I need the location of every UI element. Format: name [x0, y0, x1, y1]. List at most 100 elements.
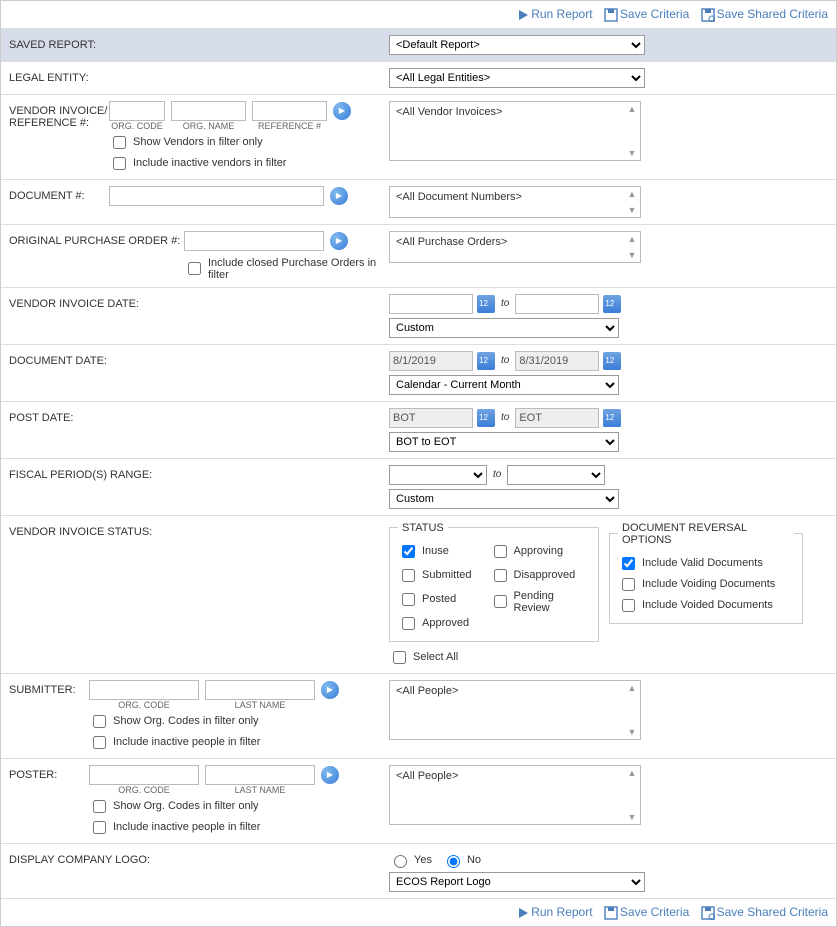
calendar-icon[interactable] [477, 409, 495, 427]
submitter-org-code-input[interactable] [89, 680, 199, 700]
chk-status-inuse[interactable] [402, 545, 415, 558]
fiscal-from-select[interactable] [389, 465, 487, 485]
orig-po-go-button[interactable] [330, 232, 348, 250]
label-document-date: DOCUMENT DATE: [9, 351, 204, 367]
save-criteria-link-bottom[interactable]: Save Criteria [604, 905, 693, 919]
fiscal-to-select[interactable] [507, 465, 605, 485]
post-date-to[interactable] [515, 408, 599, 428]
chk-submitter-orgcodes-only[interactable] [93, 715, 106, 728]
vendor-inv-date-to[interactable] [515, 294, 599, 314]
submitter-lastname-input[interactable] [205, 680, 315, 700]
cap-poster-lastname: LAST NAME [205, 785, 315, 795]
document-num-input[interactable] [109, 186, 324, 206]
submitter-listbox[interactable]: <All People> ▲ ▼ [389, 680, 641, 740]
poster-go-button[interactable] [321, 766, 339, 784]
label-submitter: SUBMITTER: [9, 680, 89, 696]
label-orig-po: ORIGINAL PURCHASE ORDER #: [9, 231, 184, 247]
label-document-num: DOCUMENT #: [9, 186, 109, 202]
document-num-listbox[interactable]: <All Document Numbers> ▲ ▼ [389, 186, 641, 218]
scroll-up-icon[interactable]: ▲ [626, 234, 638, 244]
chk-status-pending[interactable] [494, 595, 507, 608]
doc-date-from[interactable] [389, 351, 473, 371]
poster-listbox[interactable]: <All People> ▲ ▼ [389, 765, 641, 825]
scroll-down-icon[interactable]: ▼ [626, 250, 638, 260]
legal-entity-select[interactable]: <All Legal Entities> [389, 68, 645, 88]
scroll-down-icon[interactable]: ▼ [626, 812, 638, 822]
post-date-from[interactable] [389, 408, 473, 428]
calendar-icon[interactable] [477, 295, 495, 313]
orig-po-listbox[interactable]: <All Purchase Orders> ▲ ▼ [389, 231, 641, 263]
radio-logo-yes[interactable] [394, 855, 407, 868]
vendor-invoices-listbox[interactable]: <All Vendor Invoices> ▲ ▼ [389, 101, 641, 161]
row-document-num: DOCUMENT #: <All Document Numbers> ▲ ▼ [1, 179, 836, 224]
poster-lastname-input[interactable] [205, 765, 315, 785]
chk-reversal-valid[interactable] [622, 557, 635, 570]
doc-date-to[interactable] [515, 351, 599, 371]
chk-status-approved[interactable] [402, 617, 415, 630]
label-vendor-invoice-status: VENDOR INVOICE STATUS: [9, 522, 204, 538]
calendar-icon[interactable] [603, 295, 621, 313]
chk-include-closed-po[interactable] [188, 262, 201, 275]
cap-reference: REFERENCE # [252, 121, 327, 131]
save-shared-icon [701, 8, 715, 22]
cap-org-name: ORG. NAME [171, 121, 246, 131]
chk-status-approving[interactable] [494, 545, 507, 558]
scroll-up-icon[interactable]: ▲ [626, 683, 638, 693]
play-icon [517, 9, 529, 21]
save-shared-criteria-link[interactable]: Save Shared Criteria [701, 7, 828, 21]
label-saved-report: SAVED REPORT: [9, 35, 204, 51]
row-legal-entity: LEGAL ENTITY: <All Legal Entities> [1, 61, 836, 94]
radio-logo-no[interactable] [447, 855, 460, 868]
chk-select-all-status[interactable] [393, 651, 406, 664]
save-shared-criteria-link-bottom[interactable]: Save Shared Criteria [701, 905, 828, 919]
scroll-down-icon[interactable]: ▼ [626, 205, 638, 215]
run-report-link-bottom[interactable]: Run Report [517, 905, 596, 919]
document-num-go-button[interactable] [330, 187, 348, 205]
chk-poster-orgcodes-only[interactable] [93, 800, 106, 813]
chk-reversal-voiding[interactable] [622, 578, 635, 591]
save-criteria-link[interactable]: Save Criteria [604, 7, 693, 21]
calendar-icon[interactable] [603, 409, 621, 427]
cap-submitter-lastname: LAST NAME [205, 700, 315, 710]
cap-org-code: ORG. CODE [109, 121, 165, 131]
row-fiscal-period: FISCAL PERIOD(S) RANGE: to Custom [1, 458, 836, 515]
bottom-toolbar: Run Report Save Criteria Save Shared Cri… [1, 898, 836, 926]
chk-submitter-include-inactive[interactable] [93, 736, 106, 749]
submitter-go-button[interactable] [321, 681, 339, 699]
report-criteria-form: Run Report Save Criteria Save Shared Cri… [0, 0, 837, 927]
saved-report-select[interactable]: <Default Report> [389, 35, 645, 55]
chk-status-posted[interactable] [402, 593, 415, 606]
row-submitter: SUBMITTER: ORG. CODE LAST NAME Show Org.… [1, 673, 836, 758]
vendor-ref-go-button[interactable] [333, 102, 351, 120]
chk-poster-include-inactive[interactable] [93, 821, 106, 834]
row-vendor-invoice-ref: VENDOR INVOICE/ REFERENCE #: ORG. CODE O… [1, 94, 836, 179]
vendor-inv-date-from[interactable] [389, 294, 473, 314]
calendar-icon[interactable] [603, 352, 621, 370]
vendor-org-name-input[interactable] [171, 101, 246, 121]
save-shared-icon [701, 906, 715, 920]
poster-org-code-input[interactable] [89, 765, 199, 785]
calendar-icon[interactable] [477, 352, 495, 370]
row-post-date: POST DATE: to BOT to EOT [1, 401, 836, 458]
chk-status-submitted[interactable] [402, 569, 415, 582]
post-date-range-select[interactable]: BOT to EOT [389, 432, 619, 452]
orig-po-input[interactable] [184, 231, 324, 251]
scroll-down-icon[interactable]: ▼ [626, 148, 638, 158]
scroll-up-icon[interactable]: ▲ [626, 104, 638, 114]
scroll-up-icon[interactable]: ▲ [626, 768, 638, 778]
scroll-down-icon[interactable]: ▼ [626, 727, 638, 737]
chk-status-disapproved[interactable] [494, 569, 507, 582]
row-document-date: DOCUMENT DATE: to Calendar - Current Mon… [1, 344, 836, 401]
scroll-up-icon[interactable]: ▲ [626, 189, 638, 199]
run-report-link[interactable]: Run Report [517, 7, 596, 21]
fiscal-range-select[interactable]: Custom [389, 489, 619, 509]
chk-show-vendors-only[interactable] [113, 136, 126, 149]
chk-include-inactive-vendors[interactable] [113, 157, 126, 170]
label-post-date: POST DATE: [9, 408, 204, 424]
logo-select[interactable]: ECOS Report Logo [389, 872, 645, 892]
chk-reversal-voided[interactable] [622, 599, 635, 612]
doc-date-range-select[interactable]: Calendar - Current Month [389, 375, 619, 395]
vendor-org-code-input[interactable] [109, 101, 165, 121]
vendor-inv-date-range-select[interactable]: Custom [389, 318, 619, 338]
vendor-reference-input[interactable] [252, 101, 327, 121]
